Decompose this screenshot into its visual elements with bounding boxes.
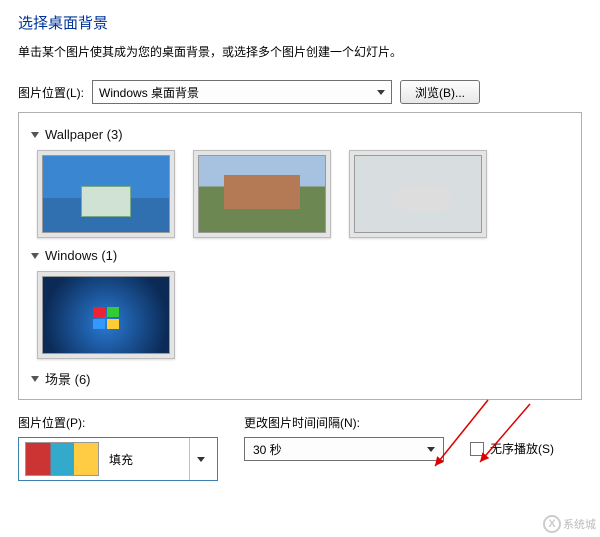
wallpaper-thumb-1[interactable]: ✓	[37, 150, 175, 238]
chevron-down-icon	[427, 447, 435, 452]
browse-button[interactable]: 浏览(B)...	[400, 80, 480, 104]
wallpaper-gallery[interactable]: Wallpaper (3) ✓ ✓ ✓ Windows (1) ✓ 场景 (6)	[18, 112, 582, 400]
fit-label: 图片位置(P):	[18, 414, 218, 431]
wallpaper-thumb-2[interactable]: ✓	[193, 150, 331, 238]
dropdown-arrow-box[interactable]	[189, 438, 211, 480]
wallpaper-thumb-3[interactable]: ✓	[349, 150, 487, 238]
watermark-text: 系统城	[563, 516, 596, 532]
group-label-wallpaper: Wallpaper (3)	[45, 127, 123, 142]
group-header-windows[interactable]: Windows (1)	[31, 248, 569, 263]
page-subtitle: 单击某个图片使其成为您的桌面背景，或选择多个图片创建一个幻灯片。	[18, 43, 582, 60]
windows-thumb-1[interactable]: ✓	[37, 271, 175, 359]
interval-label: 更改图片时间间隔(N):	[244, 414, 444, 431]
thumb-image	[198, 155, 326, 233]
watermark: X 系统城	[543, 515, 596, 533]
page-title: 选择桌面背景	[18, 12, 582, 33]
fit-value: 填充	[109, 451, 133, 468]
interval-dropdown[interactable]: 30 秒	[244, 437, 444, 461]
watermark-icon: X	[543, 515, 561, 533]
chevron-down-icon	[197, 457, 205, 462]
picture-location-combo[interactable]: Windows 桌面背景	[92, 80, 392, 104]
fit-preview-image	[25, 442, 99, 476]
picture-location-value: Windows 桌面背景	[99, 84, 199, 101]
triangle-down-icon	[31, 132, 39, 138]
chevron-down-icon	[377, 90, 385, 95]
triangle-down-icon	[31, 376, 39, 382]
thumb-image	[42, 276, 170, 354]
triangle-down-icon	[31, 253, 39, 259]
group-label-scenes: 场景 (6)	[45, 369, 91, 388]
fit-dropdown[interactable]: 填充	[18, 437, 218, 481]
thumb-image	[42, 155, 170, 233]
interval-value: 30 秒	[253, 441, 282, 458]
group-label-windows: Windows (1)	[45, 248, 117, 263]
browse-button-label: 浏览(B)...	[415, 84, 465, 101]
shuffle-label: 无序播放(S)	[490, 440, 554, 457]
group-header-wallpaper[interactable]: Wallpaper (3)	[31, 127, 569, 142]
picture-location-label: 图片位置(L):	[18, 84, 84, 101]
thumb-image	[354, 155, 482, 233]
group-header-scenes[interactable]: 场景 (6)	[31, 369, 569, 388]
shuffle-checkbox[interactable]	[470, 442, 484, 456]
